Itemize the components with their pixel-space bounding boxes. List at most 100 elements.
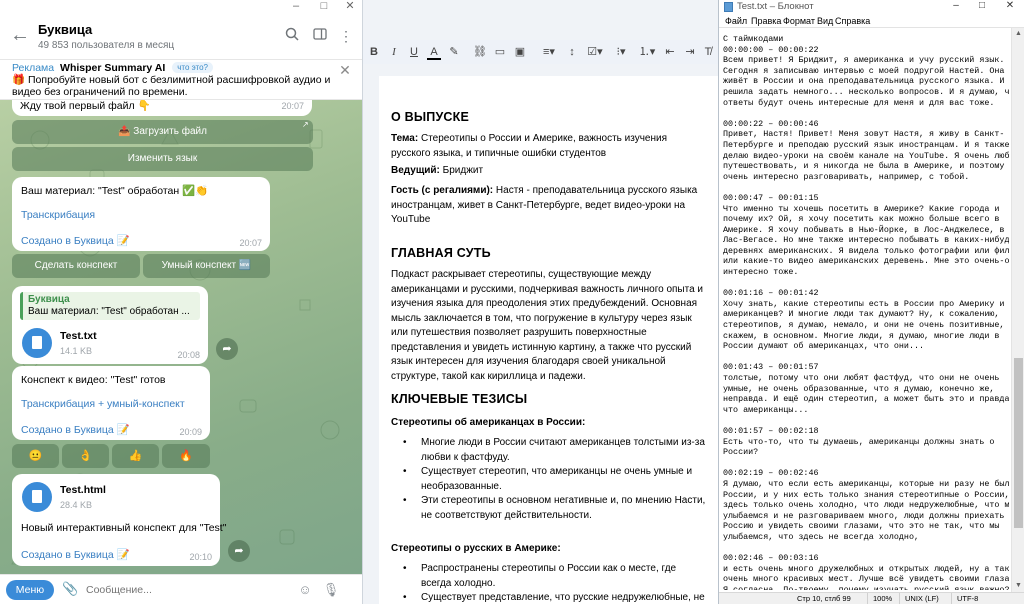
formatting-toolbar: B I U A ✎ ⛓ ▭ ▣ ≡▾ ↕ ☑▾ ⁝▾ ⒈▾ ⇤ ⇥ T̸ — [363, 40, 719, 64]
transcription-summary-link[interactable]: Транскрибация + умный-конспект — [21, 398, 185, 410]
subsection-heading: Стереотипы о русских в Америке: — [391, 543, 561, 554]
italic-icon[interactable]: I — [387, 44, 401, 60]
emoji-icon[interactable]: ☺ — [296, 581, 314, 599]
scroll-up-icon[interactable]: ▲ — [1012, 28, 1024, 40]
numbered-list-icon[interactable]: ⒈▾ — [637, 44, 657, 60]
topic-label: Тема: — [391, 133, 419, 144]
reply-quote[interactable]: Буквица Ваш материал: "Test" обработан .… — [20, 292, 200, 320]
minimize-button[interactable]: – — [288, 0, 304, 14]
close-window-button[interactable]: ✕ — [342, 0, 358, 14]
ad-title: Whisper Summary AI — [60, 62, 166, 74]
microphone-icon[interactable]: 🎙 — [322, 581, 340, 599]
scrollbar-thumb[interactable] — [1014, 358, 1023, 528]
topic-text: Стереотипы о России и Америке, важность … — [391, 133, 668, 159]
decrease-indent-icon[interactable]: ⇤ — [663, 44, 677, 60]
notepad-app-icon — [724, 2, 733, 12]
close-window-button[interactable]: ✕ — [1003, 0, 1017, 14]
reply-author: Буквица — [28, 294, 70, 305]
host-label: Ведущий: — [391, 165, 440, 176]
upload-file-button[interactable]: 📤 Загрузить файл — [12, 120, 313, 144]
transcription-link[interactable]: Транскрибация — [21, 209, 95, 221]
sidebar-toggle-icon[interactable] — [310, 26, 330, 46]
guest-paragraph: Гость (с регалиями): Настя - преподавате… — [391, 184, 709, 228]
menu-edit[interactable]: Правка — [751, 16, 781, 26]
bullet-item: Существует стереотип, что американцы не … — [403, 465, 709, 494]
document-editor: B I U A ✎ ⛓ ▭ ▣ ≡▾ ↕ ☑▾ ⁝▾ ⒈▾ ⇤ ⇥ T̸ О В… — [362, 0, 719, 604]
message-bubble: Жду твой первый файл 👇 20:07 — [12, 100, 312, 116]
line-spacing-icon[interactable]: ↕ — [565, 44, 579, 60]
underline-icon[interactable]: U — [407, 44, 421, 60]
forward-icon[interactable]: ➦ — [228, 540, 250, 562]
created-in-link[interactable]: Создано в Буквица 📝 — [21, 423, 130, 436]
message-time: 20:09 — [179, 427, 202, 437]
notepad-menubar: Файл Правка Формат Вид Справка — [719, 14, 1024, 28]
maximize-button[interactable]: □ — [316, 0, 332, 14]
sponsored-message[interactable]: Реклама Whisper Summary AI что это? 🎁 По… — [0, 60, 362, 100]
reaction-button[interactable]: 👌 — [62, 444, 109, 468]
message-time: 20:10 — [189, 552, 212, 562]
created-in-link[interactable]: Создано в Буквица 📝 — [21, 234, 130, 247]
text-color-icon[interactable]: A — [427, 44, 441, 60]
forward-icon[interactable]: ➦ — [216, 338, 238, 360]
link-icon[interactable]: ⛓ — [473, 44, 487, 60]
align-icon[interactable]: ≡▾ — [539, 44, 559, 60]
attach-icon[interactable]: 📎 — [62, 581, 78, 599]
bold-icon[interactable]: B — [367, 44, 381, 60]
notepad-text-area[interactable]: С таймкодами 00:00:00 – 00:00:22 Всем пр… — [723, 34, 1009, 590]
zoom-level: 100% — [873, 594, 893, 603]
message-text: Новый интерактивный конспект для "Test" — [21, 522, 227, 534]
file-message-bubble[interactable]: Test.html 28.4 KB Новый интерактивный ко… — [12, 474, 226, 566]
reaction-button[interactable]: 👍 — [112, 444, 159, 468]
bulleted-list-icon[interactable]: ⁝▾ — [611, 44, 631, 60]
file-icon[interactable] — [22, 482, 52, 512]
chat-title[interactable]: Буквица — [38, 22, 92, 37]
change-language-button[interactable]: Изменить язык — [12, 147, 313, 171]
notepad-statusbar: Стр 10, стлб 99 100% UNIX (LF) UTF-8 — [719, 592, 1024, 604]
menu-view[interactable]: Вид — [817, 16, 833, 26]
file-icon[interactable] — [22, 328, 52, 358]
checklist-icon[interactable]: ☑▾ — [585, 44, 605, 60]
file-size: 28.4 KB — [60, 500, 93, 510]
chat-subtitle: 49 853 пользователя в месяц — [38, 40, 175, 51]
cursor-position: Стр 10, стлб 99 — [797, 594, 851, 603]
chat-header: ← Буквица 49 853 пользователя в месяц ⋮ — [0, 14, 362, 60]
smart-summary-button[interactable]: Умный конспект 🆕 — [143, 254, 270, 278]
document-page[interactable]: О ВЫПУСКЕ Тема: Стереотипы о России и Ам… — [379, 76, 719, 604]
reaction-button[interactable]: 🔥 — [162, 444, 210, 468]
search-icon[interactable] — [282, 26, 302, 46]
make-summary-button[interactable]: Сделать конспект — [12, 254, 140, 278]
back-arrow-icon[interactable]: ← — [10, 24, 30, 48]
file-message-bubble[interactable]: Буквица Ваш материал: "Test" обработан .… — [12, 286, 208, 364]
more-menu-icon[interactable]: ⋮ — [336, 26, 356, 46]
minimize-button[interactable]: – — [949, 0, 963, 14]
increase-indent-icon[interactable]: ⇥ — [683, 44, 697, 60]
scroll-down-icon[interactable]: ▼ — [1012, 580, 1024, 592]
created-in-link[interactable]: Создано в Буквица 📝 — [21, 548, 130, 561]
message-text: Жду твой первый файл 👇 — [20, 100, 151, 112]
file-name: Test.txt — [60, 330, 97, 342]
clear-formatting-icon[interactable]: T̸ — [701, 44, 715, 60]
main-idea-paragraph: Подкаст раскрывает стереотипы, существую… — [391, 269, 704, 382]
reaction-button[interactable]: 😐 — [12, 444, 59, 468]
chat-area[interactable]: Жду твой первый файл 👇 20:07 📤 Загрузить… — [0, 100, 362, 574]
message-bubble: Ваш материал: "Test" обработан ✅👏 Транск… — [12, 177, 270, 251]
menu-file[interactable]: Файл — [725, 16, 747, 26]
message-bubble: Конспект к видео: "Test" готов Транскриб… — [12, 366, 210, 440]
maximize-button[interactable]: □ — [975, 0, 989, 14]
vertical-scrollbar[interactable]: ▲ ▼ — [1011, 28, 1024, 592]
message-composer: Меню 📎 ☺ 🎙 — [0, 574, 362, 604]
message-input[interactable] — [86, 583, 286, 597]
bot-menu-button[interactable]: Меню — [6, 580, 54, 600]
highlight-icon[interactable]: ✎ — [447, 44, 461, 60]
message-time: 20:08 — [177, 350, 200, 360]
encoding: UTF-8 — [957, 594, 979, 603]
close-icon[interactable]: ✕ — [338, 63, 352, 78]
menu-help[interactable]: Справка — [835, 16, 870, 26]
image-icon[interactable]: ▣ — [513, 44, 527, 60]
message-time: 20:07 — [281, 101, 304, 111]
menu-format[interactable]: Формат — [783, 16, 815, 26]
comment-icon[interactable]: ▭ — [493, 44, 507, 60]
section-heading: КЛЮЧЕВЫЕ ТЕЗИСЫ — [391, 392, 528, 406]
ad-info-badge[interactable]: что это? — [172, 62, 213, 73]
bullet-item: Распространены стереотипы о России как о… — [403, 562, 709, 591]
